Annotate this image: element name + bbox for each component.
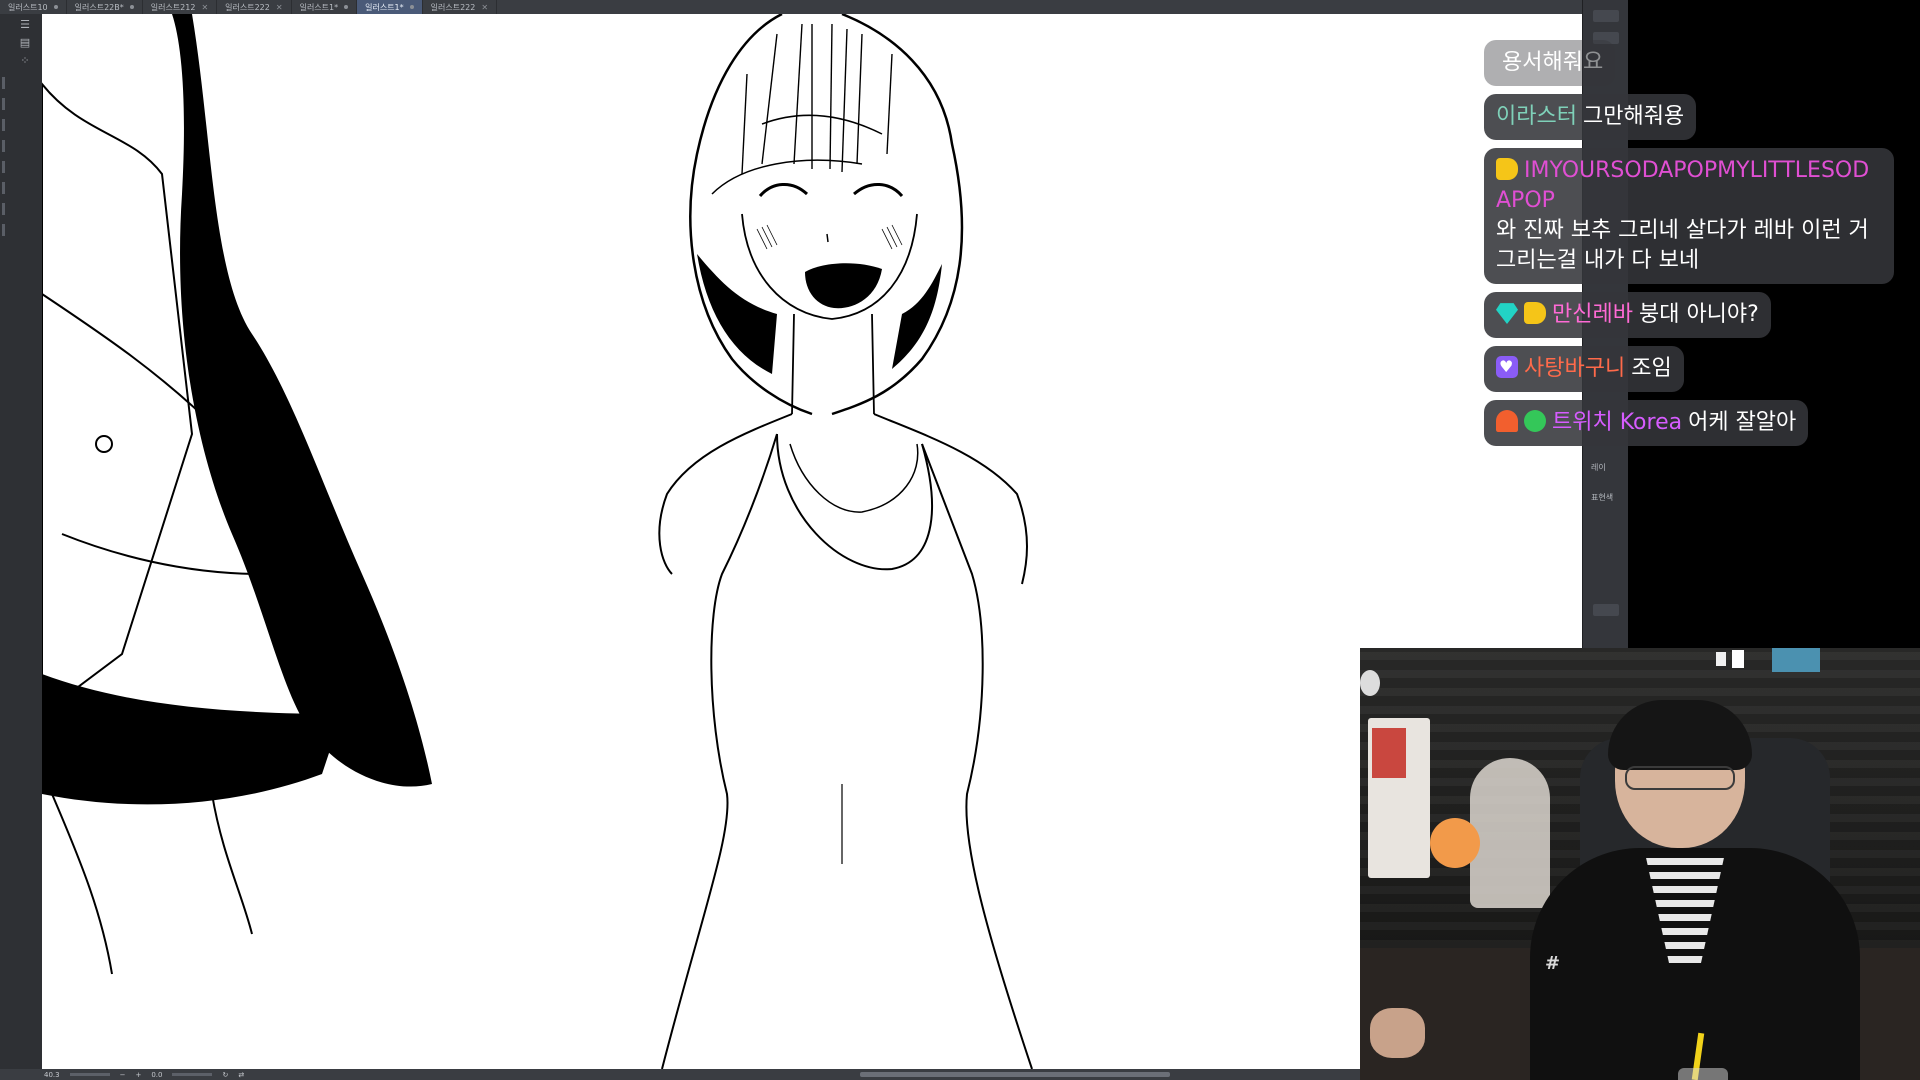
document-tab[interactable]: 일러스트22B*	[67, 0, 143, 14]
panel-label: 레이	[1591, 463, 1606, 472]
close-tab-icon[interactable]: ✕	[201, 3, 208, 12]
chat-text: 어케 잘알아	[1688, 410, 1797, 435]
chat-username: IMYOURSODAPOPMYLITTLESODAPOP	[1496, 158, 1870, 213]
close-tab-icon[interactable]: ✕	[481, 3, 488, 12]
zoom-slider[interactable]	[69, 1073, 110, 1076]
fire-icon	[1496, 410, 1518, 432]
webcam-plush	[1430, 818, 1480, 868]
close-tab-icon[interactable]: ✕	[276, 3, 283, 12]
chat-username: 사탕바구니	[1524, 356, 1626, 381]
chat-message: 만신레바 붕대 아니야?	[1484, 292, 1771, 338]
heart-icon	[1496, 352, 1518, 382]
webcam-figure	[1470, 758, 1550, 908]
document-tab[interactable]: 일러스트222 ✕	[423, 0, 498, 14]
rotate-icon[interactable]: ↻	[222, 1071, 228, 1079]
light-icon	[1732, 650, 1744, 668]
chat-text: 붕대 아니야?	[1638, 302, 1759, 327]
zoom-readout[interactable]: 40.3	[44, 1071, 60, 1079]
horizontal-scrollbar[interactable]	[860, 1072, 1170, 1077]
flip-icon[interactable]: ⇄	[238, 1071, 244, 1079]
chat-username: 만신레바	[1552, 302, 1633, 327]
light-icon	[1716, 652, 1726, 666]
chat-text: 용서해줘요	[1502, 50, 1604, 75]
chat-text: 조임	[1631, 356, 1672, 381]
tool-palette: ☰ ▤ ⁘	[0, 14, 43, 1069]
unsaved-dot-icon	[129, 5, 134, 9]
chat-username: 트위치 Korea	[1552, 410, 1683, 435]
chat-message: 이라스터 그만해줘용	[1484, 94, 1697, 140]
tab-label: 일러스트222	[430, 2, 476, 12]
hoodie-logo-icon: #	[1545, 953, 1561, 974]
chat-message: 용서해줘요	[1484, 40, 1616, 86]
chat-message: 트위치 Korea 어케 잘알아	[1484, 400, 1809, 446]
document-tab-active[interactable]: 일러스트1*	[357, 0, 423, 14]
unsaved-dot-icon	[53, 5, 58, 9]
window-icon	[1772, 648, 1820, 672]
status-bar: 40.3 − + 0.0 ↻ ⇄	[0, 1069, 1582, 1080]
drink-cup	[1678, 1068, 1728, 1080]
speaker-icon	[1360, 670, 1380, 696]
chat-text: 와 진짜 보추 그리네 살다가 레바 이런 거 그리는걸 내가 다 보네	[1496, 218, 1869, 273]
document-tab[interactable]: 일러스트212 ✕	[143, 0, 218, 14]
chat-message: IMYOURSODAPOPMYLITTLESODAPOP 와 진짜 보추 그리네…	[1484, 148, 1894, 284]
tool-slot[interactable]	[2, 119, 5, 131]
rotation-slider[interactable]	[172, 1073, 213, 1076]
zoom-out-icon[interactable]: −	[120, 1071, 126, 1079]
angle-readout[interactable]: 0.0	[151, 1071, 162, 1079]
document-tab[interactable]: 일러스트222 ✕	[217, 0, 292, 14]
tab-label: 일러스트222	[225, 2, 270, 12]
tab-label: 일러스트10	[8, 2, 48, 12]
document-tab[interactable]: 일러스트1*	[292, 0, 358, 14]
bug-icon	[1524, 410, 1546, 432]
tab-label: 일러스트1*	[365, 2, 404, 12]
layer-icon[interactable]: ▤	[16, 36, 34, 50]
tab-label: 일러스트212	[150, 2, 196, 12]
tool-slot[interactable]	[2, 140, 5, 152]
sub-tool-icon[interactable]: ⁘	[16, 54, 34, 68]
webcam-poster	[1372, 728, 1406, 778]
panel-label: 표현색	[1591, 493, 1614, 502]
unsaved-dot-icon	[344, 5, 349, 9]
gem-icon	[1496, 303, 1518, 324]
line-art-illustration	[42, 14, 1033, 1069]
chat-overlay: 용서해줘요 이라스터 그만해줘용 IMYOURSODAPOPMYLITTLESOD…	[1484, 40, 1914, 454]
streamer-hand	[1370, 1008, 1425, 1058]
cheese-icon	[1496, 158, 1518, 180]
tool-slot[interactable]	[2, 224, 5, 236]
panel-button[interactable]	[1593, 604, 1619, 616]
drawing-canvas[interactable]	[42, 14, 1582, 1069]
tool-slot[interactable]	[2, 98, 5, 110]
tab-label: 일러스트22B*	[74, 2, 124, 12]
chat-message: 사탕바구니조임	[1484, 346, 1684, 392]
webcam-feed: #	[1360, 648, 1920, 1080]
tool-slot[interactable]	[2, 203, 5, 215]
panel-button[interactable]	[1593, 10, 1619, 22]
tool-slot[interactable]	[2, 161, 5, 173]
zoom-in-icon[interactable]: +	[135, 1071, 141, 1079]
document-tab[interactable]: 일러스트10	[0, 0, 67, 14]
tool-slot[interactable]	[2, 77, 5, 89]
tool-slot[interactable]	[2, 182, 5, 194]
tab-label: 일러스트1*	[299, 2, 339, 12]
cheese-icon	[1524, 302, 1546, 324]
streamer-glasses	[1625, 766, 1735, 790]
chat-text: 그만해줘용	[1582, 104, 1685, 129]
chat-username: 이라스터	[1496, 104, 1577, 129]
unsaved-dot-icon	[409, 5, 414, 9]
streamer-hair	[1608, 700, 1752, 770]
document-tab-bar: 일러스트10 일러스트22B* 일러스트212 ✕ 일러스트222 ✕ 일러스트1*…	[0, 0, 1600, 15]
menu-icon[interactable]: ☰	[16, 18, 34, 32]
